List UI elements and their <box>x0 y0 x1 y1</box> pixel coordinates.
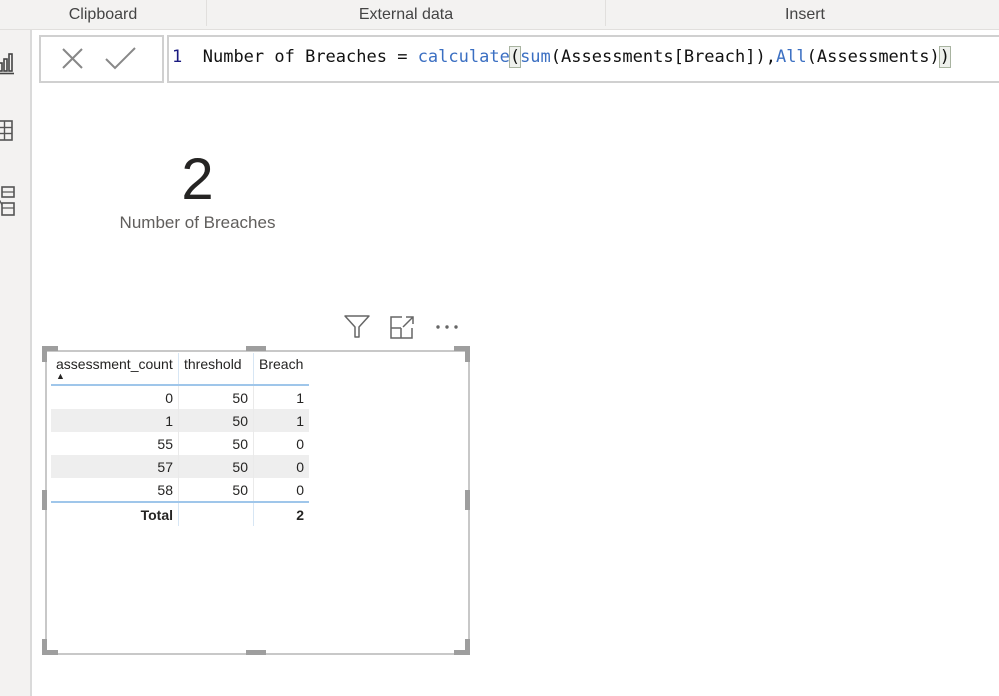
measure-name: Number of Breaches <box>202 47 387 67</box>
cell-assessment-count: 57 <box>51 455 179 478</box>
resize-handle-top-right[interactable] <box>465 346 470 362</box>
data-view-icon[interactable] <box>0 117 18 147</box>
cell-threshold: 50 <box>178 409 254 432</box>
line-number: 1 <box>172 47 183 67</box>
matched-paren-open: ( <box>508 46 522 68</box>
function-calculate: calculate <box>417 47 510 67</box>
view-switcher <box>0 30 32 696</box>
table-total-row: Total 2 <box>51 501 309 526</box>
resize-handle-bottom-right[interactable] <box>454 650 470 655</box>
ribbon-group-clipboard: Clipboard <box>68 6 138 23</box>
sum-arguments: (Assessments[Breach]), <box>550 47 776 67</box>
ribbon-group-external-data: External data <box>358 6 454 23</box>
dax-formula-input[interactable]: 1 Number of Breaches = calculate(sum(Ass… <box>167 35 999 83</box>
equals-sign: = <box>386 47 418 67</box>
card-value: 2 <box>181 147 214 212</box>
cell-assessment-count: 0 <box>51 385 179 409</box>
column-header-threshold[interactable]: threshold <box>178 353 254 386</box>
cell-breach: 1 <box>253 409 309 432</box>
function-all: All <box>775 47 807 67</box>
cell-breach: 0 <box>296 435 304 452</box>
column-header-breach[interactable]: Breach <box>253 353 309 386</box>
close-icon <box>62 48 83 69</box>
cancel-button[interactable] <box>57 45 89 73</box>
check-icon <box>105 47 136 70</box>
table-row: 58 50 0 <box>51 478 309 502</box>
table-row: 57 50 0 <box>51 455 309 478</box>
table-row: 0 50 1 <box>51 385 309 409</box>
column-header-label: threshold <box>184 356 242 372</box>
ribbon-group-insert: Insert <box>784 6 825 23</box>
total-threshold <box>178 501 254 526</box>
report-view-icon[interactable] <box>0 50 18 80</box>
cell-threshold: 50 <box>178 432 254 455</box>
resize-handle-top[interactable] <box>246 346 266 351</box>
resize-handle-left[interactable] <box>42 490 47 510</box>
formula-buttons <box>39 35 164 83</box>
resize-handle-right[interactable] <box>465 490 470 510</box>
cell-threshold: 50 <box>178 385 254 409</box>
resize-handle-bottom[interactable] <box>246 650 266 655</box>
cell-threshold: 50 <box>178 478 254 502</box>
cell-breach: 0 <box>253 455 309 478</box>
table-row: 55 50 0 <box>51 432 309 455</box>
cell-breach: 0 <box>296 481 304 498</box>
function-sum: sum <box>520 47 551 67</box>
column-header-label: assessment_count <box>56 356 173 372</box>
cell-assessment-count: 1 <box>51 409 179 432</box>
table-row: 1 50 1 <box>51 409 309 432</box>
filter-icon[interactable] <box>342 312 372 342</box>
model-view-icon[interactable] <box>0 185 18 216</box>
more-options-icon[interactable] <box>433 312 463 342</box>
commit-button[interactable] <box>103 45 136 73</box>
sort-ascending-icon: ▲ <box>56 371 65 381</box>
card-visual[interactable]: 2 Number of Breaches <box>100 145 295 233</box>
formula-bar: 1 Number of Breaches = calculate(sum(Ass… <box>39 35 999 83</box>
all-arguments: (Assessments) <box>806 47 940 67</box>
ribbon: Clipboard External data Insert <box>0 0 999 30</box>
cell-threshold: 50 <box>178 455 254 478</box>
data-table: assessment_count ▲ threshold Breach 0 50… <box>51 353 309 526</box>
card-label: Number of Breaches <box>119 213 276 232</box>
matched-paren-close: ) <box>938 46 952 68</box>
focus-mode-icon[interactable] <box>388 312 418 342</box>
cell-assessment-count: 55 <box>51 432 179 455</box>
column-header-label: Breach <box>259 356 304 372</box>
cell-breach: 1 <box>296 389 304 406</box>
total-breach: 2 <box>253 501 309 526</box>
resize-handle-top-left[interactable] <box>42 346 47 362</box>
visual-header <box>340 312 470 342</box>
total-label: Total <box>51 501 179 526</box>
table-header-row: assessment_count ▲ threshold Breach <box>51 353 309 386</box>
column-header-assessment-count[interactable]: assessment_count ▲ <box>51 353 179 386</box>
resize-handle-bottom-left[interactable] <box>42 650 58 655</box>
cell-assessment-count: 58 <box>51 478 179 502</box>
